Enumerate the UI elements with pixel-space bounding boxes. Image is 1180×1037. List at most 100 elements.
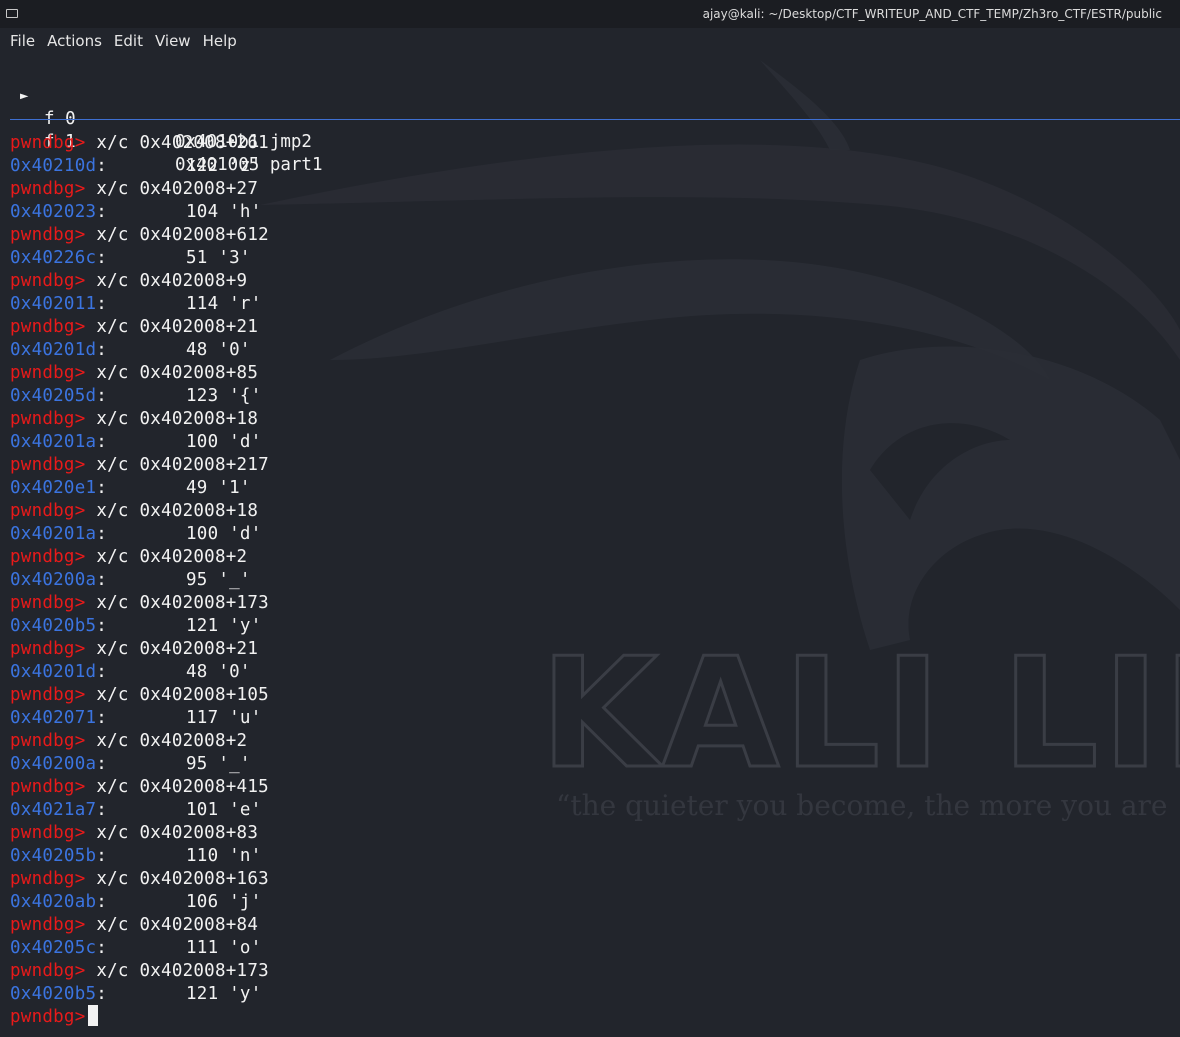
output-line: 0x4021a7: 101 'e' [10, 799, 1175, 822]
prompt: pwndbg> [10, 869, 86, 889]
memory-address: 0x40201d [10, 340, 97, 360]
command-line: pwndbg> x/c 0x402008+83 [10, 822, 1175, 845]
memory-address: 0x40205d [10, 386, 97, 406]
output-line: 0x40205b: 110 'n' [10, 845, 1175, 868]
address-colon: : [96, 386, 108, 406]
memory-address: 0x4021a7 [10, 800, 97, 820]
command-text: x/c 0x402008+21 [96, 639, 259, 659]
menu-file[interactable]: File [0, 28, 42, 54]
command-text: x/c 0x402008+9 [96, 271, 248, 291]
output-line: 0x40205c: 111 'o' [10, 937, 1175, 960]
command-text: x/c 0x402008+163 [96, 869, 269, 889]
memory-address: 0x402071 [10, 708, 97, 728]
command-text: x/c 0x402008+83 [96, 823, 259, 843]
prompt: pwndbg> [10, 225, 86, 245]
prompt: pwndbg> [10, 547, 86, 567]
address-colon: : [96, 984, 108, 1004]
address-colon: : [96, 156, 108, 176]
memory-value: 95 '_' [186, 570, 251, 590]
terminal-window-icon[interactable] [6, 9, 18, 18]
output-line: 0x40201a: 100 'd' [10, 523, 1175, 546]
menu-help[interactable]: Help [198, 28, 244, 54]
memory-address: 0x40201d [10, 662, 97, 682]
memory-address: 0x402011 [10, 294, 97, 314]
output-line: 0x4020b5: 121 'y' [10, 615, 1175, 638]
menu-view[interactable]: View [150, 28, 198, 54]
memory-value: 117 'u' [186, 708, 262, 728]
memory-value: 95 '_' [186, 754, 251, 774]
output-line: 0x402023: 104 'h' [10, 201, 1175, 224]
memory-address: 0x402023 [10, 202, 97, 222]
command-line: pwndbg> x/c 0x402008+105 [10, 684, 1175, 707]
memory-address: 0x40210d [10, 156, 97, 176]
command-text: x/c 0x402008+27 [96, 179, 259, 199]
address-colon: : [96, 478, 108, 498]
memory-value: 49 '1' [186, 478, 251, 498]
address-colon: : [96, 754, 108, 774]
pane-separator [10, 119, 1180, 120]
command-line: pwndbg> x/c 0x402008+18 [10, 500, 1175, 523]
address-colon: : [96, 432, 108, 452]
prompt: pwndbg> [10, 823, 86, 843]
memory-address: 0x40201a [10, 524, 97, 544]
command-line: pwndbg> x/c 0x402008+85 [10, 362, 1175, 385]
command-text: x/c 0x402008+217 [96, 455, 269, 475]
prompt: pwndbg> [10, 133, 86, 153]
memory-value: 122 'z' [186, 156, 262, 176]
output-line: 0x40205d: 123 '{' [10, 385, 1175, 408]
address-colon: : [96, 616, 108, 636]
output-line: 0x4020e1: 49 '1' [10, 477, 1175, 500]
prompt: pwndbg> [10, 455, 86, 475]
memory-address: 0x4020ab [10, 892, 97, 912]
menu-bar: File Actions Edit View Help [0, 28, 1180, 54]
command-text: x/c 0x402008+21 [96, 317, 259, 337]
terminal-output[interactable]: pwndbg> x/c 0x402008+261 0x40210d: 122 'z'… [10, 132, 1175, 1029]
menu-actions[interactable]: Actions [42, 28, 109, 54]
address-colon: : [96, 340, 108, 360]
prompt: pwndbg> [10, 731, 86, 751]
memory-address: 0x40205b [10, 846, 97, 866]
output-line: 0x40200a: 95 '_' [10, 569, 1175, 592]
command-line: pwndbg> x/c 0x402008+2 [10, 546, 1175, 569]
memory-address: 0x4020b5 [10, 984, 97, 1004]
memory-value: 121 'y' [186, 616, 262, 636]
output-line: 0x40200a: 95 '_' [10, 753, 1175, 776]
command-line: pwndbg> x/c 0x402008+217 [10, 454, 1175, 477]
memory-value: 101 'e' [186, 800, 262, 820]
memory-address: 0x40226c [10, 248, 97, 268]
output-line: 0x40201d: 48 '0' [10, 339, 1175, 362]
output-line: 0x40201d: 48 '0' [10, 661, 1175, 684]
output-line: 0x4020b5: 121 'y' [10, 983, 1175, 1006]
command-text: x/c 0x402008+173 [96, 961, 269, 981]
memory-value: 104 'h' [186, 202, 262, 222]
output-line: 0x40210d: 122 'z' [10, 155, 1175, 178]
command-text: x/c 0x402008+18 [96, 501, 259, 521]
memory-address: 0x40200a [10, 570, 97, 590]
prompt: pwndbg> [10, 1007, 86, 1027]
memory-address: 0x40200a [10, 754, 97, 774]
command-line: pwndbg> x/c 0x402008+9 [10, 270, 1175, 293]
command-text: x/c 0x402008+84 [96, 915, 259, 935]
memory-value: 51 '3' [186, 248, 251, 268]
prompt: pwndbg> [10, 501, 86, 521]
menu-edit[interactable]: Edit [109, 28, 150, 54]
command-line: pwndbg> x/c 0x402008+261 [10, 132, 1175, 155]
backtrace-frame: ► f 0 0x4010b1 jmp2 [0, 62, 1180, 152]
prompt: pwndbg> [10, 777, 86, 797]
prompt: pwndbg> [10, 915, 86, 935]
memory-value: 114 'r' [186, 294, 262, 314]
command-line: pwndbg> x/c 0x402008+173 [10, 592, 1175, 615]
address-colon: : [96, 662, 108, 682]
prompt: pwndbg> [10, 363, 86, 383]
memory-address: 0x40205c [10, 938, 97, 958]
command-line: pwndbg> x/c 0x402008+21 [10, 316, 1175, 339]
command-text: x/c 0x402008+612 [96, 225, 269, 245]
backtrace-panel: ► f 0 0x4010b1 jmp2 f 1 0x401005 part1 [0, 62, 1180, 175]
command-line: pwndbg> x/c 0x402008+2 [10, 730, 1175, 753]
input-line[interactable]: pwndbg> [10, 1005, 1175, 1029]
address-colon: : [96, 248, 108, 268]
title-bar: ajay@kali: ~/Desktop/CTF_WRITEUP_AND_CTF… [0, 0, 1180, 28]
memory-value: 106 'j' [186, 892, 262, 912]
prompt: pwndbg> [10, 593, 86, 613]
command-text: x/c 0x402008+18 [96, 409, 259, 429]
